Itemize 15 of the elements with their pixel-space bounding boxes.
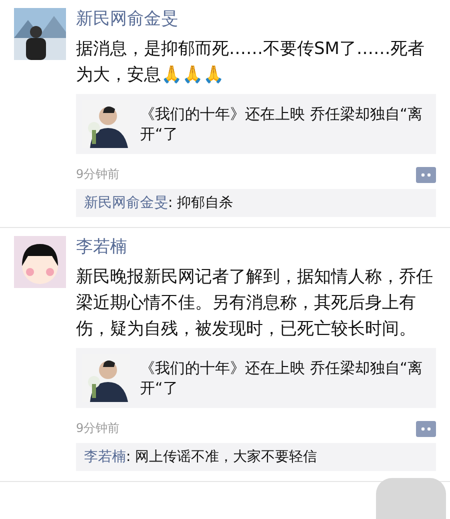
avatar xyxy=(14,236,66,288)
comment-icon[interactable] xyxy=(414,166,436,182)
post-text: 据消息，是抑郁而死……不要传SM了……死者为大，安息🙏🙏🙏 xyxy=(76,38,426,87)
author-name[interactable]: 新民网俞金旻 xyxy=(76,8,436,30)
link-title: 《我们的十年》还在上映 乔任梁却独自“离开“了 xyxy=(140,358,424,398)
author-name[interactable]: 李若楠 xyxy=(76,236,436,258)
comment-icon[interactable] xyxy=(414,420,436,436)
post-text: 新民晚报新民网记者了解到，据知情人称，乔任梁近期心情不佳。另有消息称，其死后身上有伤，疑为自残，被发现时，已死亡较长时间。 xyxy=(76,266,434,341)
link-card[interactable]: 《我们的十年》还在上映 乔任梁却独自“离开“了 xyxy=(76,94,436,154)
link-title: 《我们的十年》还在上映 乔任梁却独自“离开“了 xyxy=(140,104,424,144)
link-card[interactable]: 《我们的十年》还在上映 乔任梁却独自“离开“了 xyxy=(76,348,436,408)
comment-text: 李若楠: 网上传谣不准，大家不要轻信 xyxy=(76,443,436,471)
comment-text: 新民网俞金旻: 抑郁自杀 xyxy=(76,189,436,217)
post-time: 9分钟前 xyxy=(76,420,120,437)
post-time: 9分钟前 xyxy=(76,166,120,183)
